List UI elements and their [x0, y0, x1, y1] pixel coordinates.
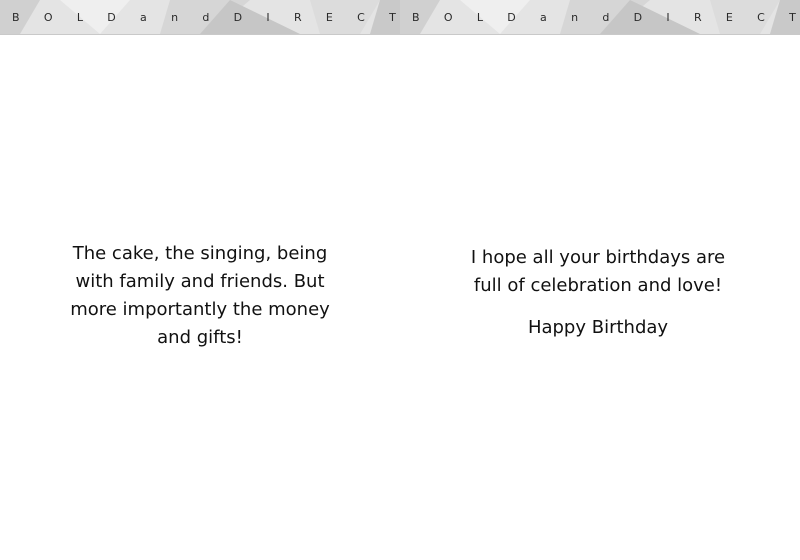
banner-letter: E: [725, 10, 733, 24]
banner-letter: E: [325, 10, 333, 24]
banner-letter: d: [202, 10, 210, 24]
top-banner: B O L D a n d D I R E C T B O L D a n d …: [0, 0, 800, 35]
banner-letter: B: [12, 10, 20, 24]
banner-letter: a: [140, 10, 147, 24]
banner-letter: O: [43, 10, 53, 24]
banner-letter: R: [693, 10, 702, 24]
banner-letter: C: [357, 10, 365, 24]
banner-text-right: B O L D a n d D I R E C T: [400, 0, 800, 34]
banner-letter: D: [107, 10, 116, 24]
banner-letter: R: [293, 10, 302, 24]
banner-letter: I: [666, 10, 670, 24]
banner-letter: L: [76, 10, 83, 24]
banner-letter: n: [171, 10, 179, 24]
banner-letter: C: [757, 10, 765, 24]
birthday-signoff: Happy Birthday: [527, 317, 669, 338]
banner-letter: O: [443, 10, 453, 24]
banner-letter: D: [633, 10, 643, 24]
banner-letter: I: [266, 10, 270, 24]
banner-letter: a: [540, 10, 547, 24]
banner-letter: D: [507, 10, 516, 24]
banner-letter: d: [602, 10, 610, 24]
banner-letter: L: [476, 10, 483, 24]
banner-text-left: B O L D a n d D I R E C T: [0, 0, 400, 34]
banner-letter: T: [389, 10, 396, 24]
banner-letter: n: [571, 10, 579, 24]
banner-letter: D: [233, 10, 243, 24]
banner-letter: B: [412, 10, 420, 24]
banner-letter: T: [789, 10, 796, 24]
left-panel-message: The cake, the singing, being with family…: [70, 243, 330, 348]
right-panel-message: I hope all your birthdays are full of ce…: [470, 247, 726, 296]
